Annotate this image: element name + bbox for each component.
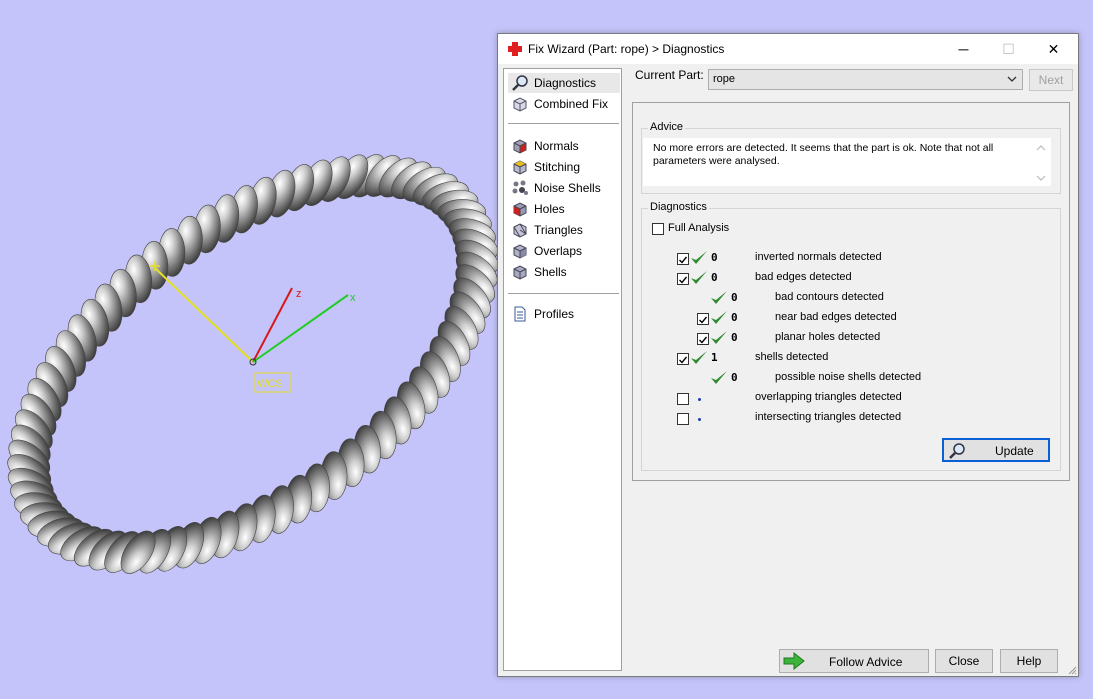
follow-advice-button[interactable]: Follow Advice [779, 649, 929, 673]
advice-title: Advice [648, 121, 686, 133]
diagnostic-count: 1 [711, 351, 718, 364]
maximize-button[interactable]: ☐ [986, 34, 1031, 64]
rope-part-model[interactable] [2, 149, 504, 580]
diagnostic-label: near bad edges detected [775, 311, 897, 323]
x-axis-label: x [350, 292, 356, 304]
diagnostic-count: 0 [731, 371, 738, 384]
wcs-label: WCS [257, 378, 283, 390]
advice-scrollbar[interactable] [1035, 142, 1047, 184]
magnifier-icon [949, 443, 965, 459]
z-axis-label: z [296, 288, 302, 300]
diagnostic-row-checkbox[interactable] [697, 333, 709, 345]
nav-triangles[interactable]: Triangles [508, 220, 620, 240]
wizard-navigation: Diagnostics Combined Fix Normals Stitchi… [503, 68, 622, 671]
nav-diagnostics[interactable]: Diagnostics [508, 73, 620, 93]
advice-text-box[interactable]: No more errors are detected. It seems th… [643, 138, 1051, 186]
green-arrow-right-icon [783, 652, 805, 670]
cube-icon [513, 97, 527, 112]
diagnostic-count: 0 [711, 271, 718, 284]
diagnostic-label: possible noise shells detected [775, 371, 922, 383]
green-check-icon [711, 291, 727, 304]
red-cross-icon [508, 42, 522, 56]
diagnostic-label: bad edges detected [755, 271, 852, 283]
advice-text: No more errors are detected. It seems th… [653, 142, 994, 167]
nav-shells[interactable]: Shells [508, 262, 620, 282]
diagnostic-count: 0 [731, 331, 738, 344]
checkmark-icon [679, 276, 688, 284]
magnifier-icon [512, 75, 528, 91]
shells-cube-icon [513, 265, 527, 280]
nav-noise-shells[interactable]: Noise Shells [508, 178, 620, 198]
green-check-icon [691, 251, 707, 264]
nav-holes[interactable]: Holes [508, 199, 620, 219]
resize-grip-icon[interactable] [1067, 665, 1077, 675]
green-check-icon [711, 371, 727, 384]
chevron-down-icon [1007, 76, 1017, 82]
follow-advice-label: Follow Advice [829, 655, 903, 669]
diagnostic-row-checkbox[interactable] [677, 253, 689, 265]
stitching-cube-icon [513, 160, 527, 175]
not-analysed-dot-icon [698, 418, 701, 421]
nav-separator [508, 293, 619, 294]
diagnostic-row-checkbox[interactable] [677, 353, 689, 365]
checkmark-icon [699, 316, 708, 324]
update-label: Update [995, 444, 1034, 458]
overlaps-cube-icon [513, 244, 527, 259]
update-button[interactable]: Update [942, 438, 1050, 462]
checkmark-icon [679, 356, 688, 364]
diagnostics-title: Diagnostics [648, 201, 709, 213]
window-title: Fix Wizard (Part: rope) > Diagnostics [528, 42, 725, 56]
nav-profiles[interactable]: Profiles [508, 304, 620, 324]
document-icon [514, 306, 526, 322]
current-part-select[interactable]: rope [708, 69, 1023, 90]
green-check-icon [691, 351, 707, 364]
current-part-label: Current Part: [635, 68, 704, 82]
normals-cube-icon [513, 139, 527, 154]
nav-normals[interactable]: Normals [508, 136, 620, 156]
close-button[interactable]: Close [935, 649, 993, 673]
triangles-cube-icon [513, 223, 527, 238]
diagnostic-row-checkbox[interactable] [677, 273, 689, 285]
checkmark-icon [679, 256, 688, 264]
diagnostic-row-checkbox[interactable] [677, 413, 689, 425]
nav-stitching[interactable]: Stitching [508, 157, 620, 177]
close-window-button[interactable]: ✕ [1031, 34, 1076, 64]
next-button[interactable]: Next [1029, 69, 1073, 91]
diagnostic-row-checkbox[interactable] [697, 313, 709, 325]
diagnostic-label: bad contours detected [775, 291, 884, 303]
holes-cube-icon [513, 202, 527, 217]
diagnostic-count: 0 [731, 311, 738, 324]
full-analysis-label: Full Analysis [668, 222, 730, 234]
diagnostic-label: overlapping triangles detected [755, 391, 902, 403]
checkmark-icon [699, 336, 708, 344]
not-analysed-dot-icon [698, 398, 701, 401]
help-button[interactable]: Help [1000, 649, 1058, 673]
green-check-icon [691, 271, 707, 284]
diagnostic-count: 0 [731, 291, 738, 304]
noise-shells-icon [512, 180, 528, 195]
current-part-value: rope [713, 73, 736, 85]
diagnostic-row-checkbox[interactable] [677, 393, 689, 405]
nav-combined-fix[interactable]: Combined Fix [508, 94, 620, 114]
nav-overlaps[interactable]: Overlaps [508, 241, 620, 261]
diagnostic-label: planar holes detected [775, 331, 881, 343]
diagnostic-label: intersecting triangles detected [755, 411, 902, 423]
green-check-icon [711, 311, 727, 324]
diagnostic-count: 0 [711, 251, 718, 264]
full-analysis-checkbox[interactable] [652, 223, 664, 235]
title-bar[interactable]: Fix Wizard (Part: rope) > Diagnostics ─ … [498, 34, 1078, 64]
fix-wizard-dialog[interactable]: Fix Wizard (Part: rope) > Diagnostics ─ … [497, 33, 1079, 677]
green-check-icon [711, 331, 727, 344]
diagnostic-label: inverted normals detected [755, 251, 882, 263]
diagnostic-label: shells detected [755, 351, 829, 363]
minimize-button[interactable]: ─ [941, 34, 986, 64]
wcs-axes: z x WCS [150, 261, 356, 393]
nav-separator [508, 123, 619, 124]
